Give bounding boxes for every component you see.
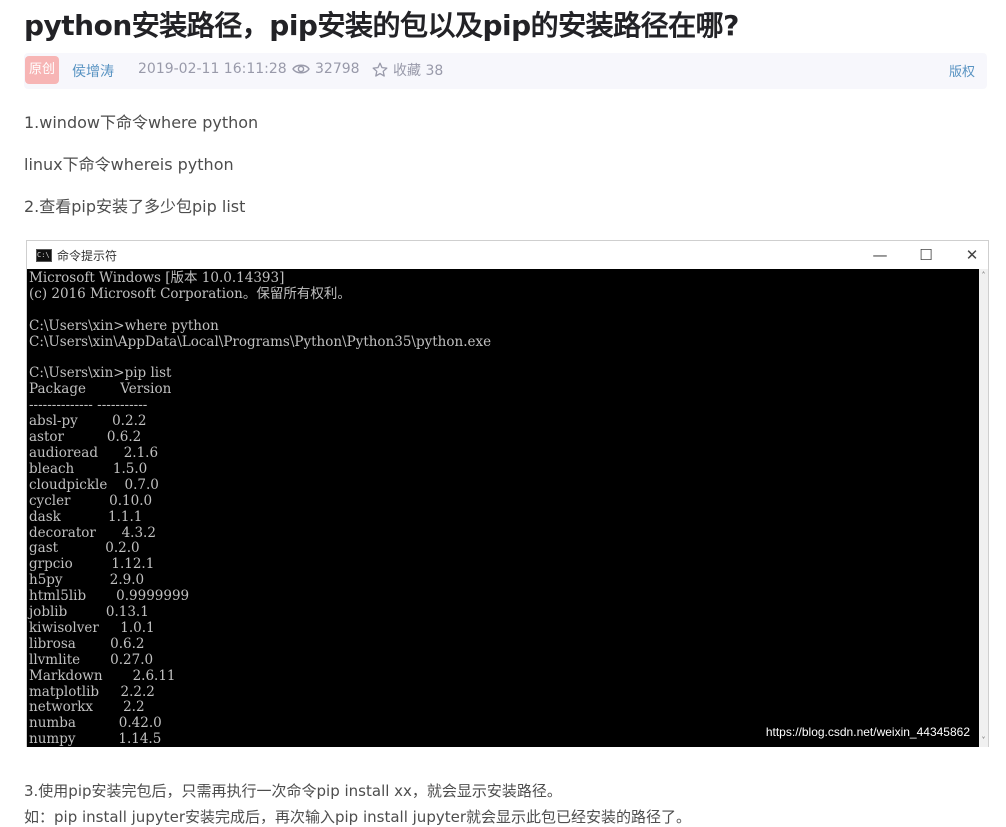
console-output: Microsoft Windows [版本 10.0.14393] (c) 201… (27, 269, 979, 747)
console-line: dask 1.1.1 (29, 508, 143, 525)
paragraph-where-python: 1.window下命令where python (24, 113, 259, 132)
favorite-label: 收藏 38 (393, 63, 444, 79)
blog-page: python安装路径，pip安装的包以及pip的安装路径在哪? 原创 侯增涛 2… (0, 0, 1006, 827)
paragraph-install-path: 3.使用pip安装完包后，只需再执行一次命令pip install xx，就会显… (24, 782, 562, 800)
window-title: 命令提示符 (57, 249, 118, 263)
console-line: matplotlib 2.2.2 (29, 683, 155, 700)
csdn-watermark: https://blog.csdn.net/weixin_44345862 (765, 725, 970, 739)
console-line: C:\Users\xin>where python (29, 317, 219, 334)
view-count: 32798 (292, 61, 360, 77)
scroll-down-icon: ˅ (981, 736, 986, 745)
console-line: gast 0.2.0 (29, 540, 140, 557)
close-icon: ✕ (965, 246, 979, 264)
console-line: audioread 2.1.6 (29, 444, 159, 461)
article-meta-bar: 原创 侯增涛 2019-02-11 16:11:28 32798 收藏 38 版… (24, 53, 987, 89)
console-text: Microsoft Windows [版本 10.0.14393] (c) 201… (27, 269, 979, 747)
scroll-up-icon: ˄ (981, 271, 986, 280)
console-line: networkx 2.2 (29, 699, 145, 716)
console-line: C:\Users\xin>pip list (29, 365, 172, 382)
console-line: absl-py 0.2.2 (29, 413, 147, 430)
console-line: (c) 2016 Microsoft Corporation。保留所有权利。 (29, 285, 351, 302)
console-line: Microsoft Windows [版本 10.0.14393] (29, 270, 285, 286)
console-line: Package Version (29, 381, 172, 398)
paragraph-pip-list: 2.查看pip安装了多少包pip list (24, 197, 246, 216)
window-titlebar: C:\ 命令提示符 — ☐ ✕ (27, 241, 988, 269)
console-line: astor 0.6.2 (29, 429, 142, 446)
copyright-link[interactable]: 版权 (949, 61, 975, 80)
console-line: kiwisolver 1.0.1 (29, 619, 155, 636)
console-line: grpcio 1.12.1 (29, 556, 155, 573)
publish-date: 2019-02-11 16:11:28 (138, 61, 287, 77)
eye-icon (292, 64, 310, 74)
original-badge: 原创 (25, 56, 59, 84)
console-line: h5py 2.9.0 (29, 572, 145, 589)
view-count-value: 32798 (315, 61, 360, 77)
favorite-button[interactable]: 收藏 38 (372, 60, 443, 80)
console-line: Markdown 2.6.11 (29, 667, 176, 684)
console-line: cloudpickle 0.7.0 (29, 476, 159, 493)
console-line: C:\Users\xin\AppData\Local\Programs\Pyth… (29, 333, 492, 350)
article-title: python安装路径，pip安装的包以及pip的安装路径在哪? (24, 9, 739, 42)
star-icon (372, 62, 388, 77)
cmd-icon: C:\ (36, 249, 52, 262)
console-line: cycler 0.10.0 (29, 492, 153, 509)
console-line: -------------- ----------- (29, 397, 148, 414)
paragraph-whereis-python: linux下命令whereis python (24, 155, 234, 174)
author-link[interactable]: 侯增涛 (72, 61, 114, 81)
console-line: bleach 1.5.0 (29, 460, 148, 477)
minimize-icon: — (872, 246, 888, 264)
console-line: decorator 4.3.2 (29, 524, 156, 541)
console-line: html5lib 0.9999999 (29, 588, 190, 605)
paragraph-jupyter-example: 如：pip install jupyter安装完成后，再次输入pip insta… (24, 808, 691, 826)
console-line: llvmlite 0.27.0 (29, 651, 154, 668)
console-line: librosa 0.6.2 (29, 635, 145, 652)
maximize-icon: ☐ (919, 246, 933, 264)
console-scrollbar: ˄ ˅ (979, 269, 988, 747)
cmd-screenshot-image: C:\ 命令提示符 — ☐ ✕ Microsoft Windows [版本 10… (26, 240, 989, 747)
console-line: joblib 0.13.1 (29, 604, 149, 621)
